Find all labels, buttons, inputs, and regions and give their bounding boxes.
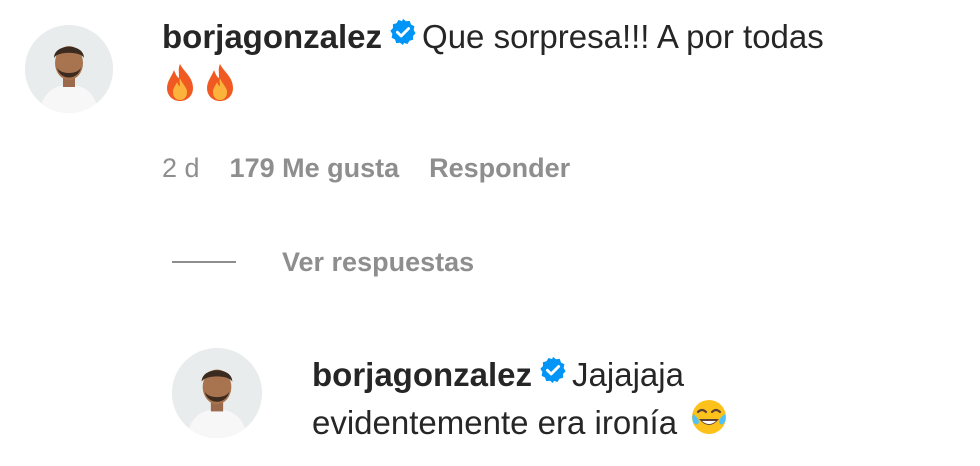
- comment-meta: 2 d 179 Me gusta Responder: [162, 150, 600, 186]
- avatar-image: [172, 348, 262, 438]
- comment-body: Que sorpresa!!! A por todas: [422, 18, 824, 55]
- likes-count[interactable]: 179 Me gusta: [230, 153, 400, 183]
- replies-divider: [172, 260, 236, 263]
- comment-time: 2 d: [162, 153, 200, 183]
- fire-emoji: [162, 62, 198, 114]
- verified-badge-icon: [388, 13, 418, 59]
- comments-section: borjagonzalez Que sorpresa!!! A por todas…: [0, 0, 980, 466]
- avatar[interactable]: [25, 25, 113, 113]
- tears-of-joy-emoji: [690, 398, 728, 448]
- reply-button[interactable]: Responder: [429, 153, 570, 183]
- reply-body-line2: evidentemente era ironía: [312, 404, 678, 442]
- view-replies-toggle[interactable]: Ver respuestas: [172, 244, 474, 280]
- fire-emoji: [202, 62, 238, 114]
- comment-text: borjagonzalez Que sorpresa!!! A por todas: [162, 14, 952, 114]
- view-replies-label[interactable]: Ver respuestas: [282, 247, 474, 277]
- reply-username[interactable]: borjagonzalez: [312, 356, 532, 393]
- avatar-image: [25, 25, 113, 113]
- reply-text: borjagonzalez Jajajaja evidentemente era …: [312, 352, 952, 451]
- comment-username[interactable]: borjagonzalez: [162, 18, 382, 55]
- reply-body-line1: Jajajaja: [572, 356, 684, 393]
- verified-badge-icon: [538, 351, 568, 397]
- reply-avatar[interactable]: [172, 348, 262, 438]
